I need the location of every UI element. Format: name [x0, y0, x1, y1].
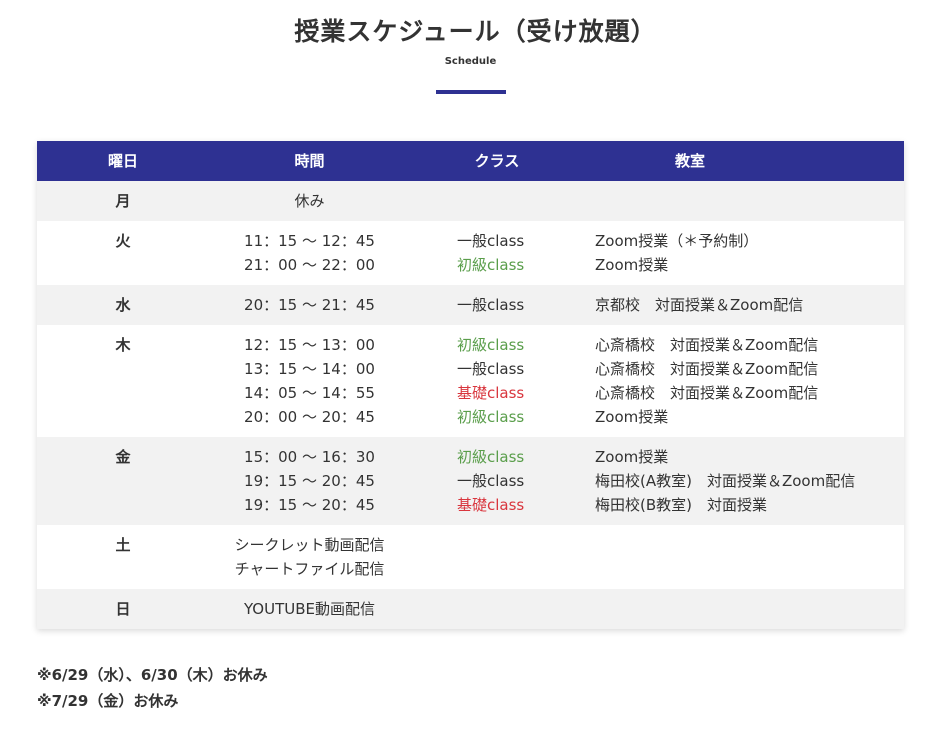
- table-row: 土 シークレット動画配信 チャートファイル配信: [37, 525, 904, 589]
- column-header-day: 曜日: [107, 152, 138, 170]
- page-subtitle: Schedule: [444, 56, 497, 67]
- class-cell: 基礎class: [457, 496, 525, 514]
- room-cell: Zoom授業: [595, 408, 669, 426]
- table-row: 水 20：15 ～ 21：45 一般class 京都校 対面授業＆Zoom配信: [37, 285, 904, 325]
- time-cell: 20：00 ～ 20：45: [244, 408, 375, 426]
- title-underline: [436, 90, 506, 94]
- notes: ※6/29（水）、6/30（木）お休み ※7/29（金）お休み: [37, 662, 268, 714]
- time-cell: 19：15 ～ 20：45: [244, 496, 375, 514]
- table-body: 月 休み火 11：15 ～ 12：45 一般class Zoom授業（＊予約制） 21：0…: [37, 181, 904, 629]
- day-cell: 月: [115, 192, 131, 210]
- time-cell: 15：00 ～ 16：30: [244, 448, 375, 466]
- column-header-class: クラス: [474, 152, 520, 170]
- class-cell: 初級class: [457, 336, 525, 354]
- time-cell: 11：15 ～ 12：45: [244, 232, 375, 250]
- class-cell: 初級class: [457, 448, 525, 466]
- day-cell: 火: [115, 232, 131, 250]
- class-cell: 初級class: [457, 256, 525, 274]
- day-note: YOUTUBE動画配信: [243, 600, 376, 618]
- class-cell: 一般class: [457, 232, 525, 250]
- room-cell: 京都校 対面授業＆Zoom配信: [595, 296, 804, 314]
- table-row: 金 15：00 ～ 16：30 初級class Zoom授業 19：15 ～ 20：45…: [37, 437, 904, 525]
- note-line: ※6/29（水）、6/30（木）お休み: [37, 666, 268, 684]
- time-cell: 14：05 ～ 14：55: [244, 384, 375, 402]
- schedule-table: 曜日 時間 クラス 教室 月 休み火 11：15 ～ 12：45 一般class Zoo…: [37, 141, 904, 629]
- table-header: 曜日 時間 クラス 教室: [37, 141, 904, 181]
- table-row: 日 YOUTUBE動画配信: [37, 589, 904, 629]
- day-note: 休み: [294, 192, 325, 210]
- room-cell: 心斎橋校 対面授業＆Zoom配信: [595, 384, 819, 402]
- time-cell: 20：15 ～ 21：45: [244, 296, 375, 314]
- table-row: 月 休み: [37, 181, 904, 221]
- day-cell: 土: [115, 536, 131, 554]
- room-cell: 梅田校(B教室) 対面授業: [595, 496, 767, 514]
- table-row: 木 12：15 ～ 13：00 初級class 心斎橋校 対面授業＆Zoom配信 13：…: [37, 325, 904, 437]
- time-cell: 21：00 ～ 22：00: [244, 256, 375, 274]
- time-cell: 12：15 ～ 13：00: [244, 336, 375, 354]
- note-line: ※7/29（金）お休み: [37, 692, 179, 710]
- room-cell: 梅田校(A教室) 対面授業＆Zoom配信: [595, 472, 856, 490]
- day-cell: 金: [115, 448, 131, 466]
- class-cell: 初級class: [457, 408, 525, 426]
- table-row: 火 11：15 ～ 12：45 一般class Zoom授業（＊予約制） 21：00 ～…: [37, 221, 904, 285]
- column-header-time: 時間: [294, 152, 325, 170]
- day-note: シークレット動画配信: [234, 536, 385, 554]
- room-cell: Zoom授業（＊予約制）: [595, 232, 759, 250]
- page-title: 授業スケジュール（受け放題）: [294, 17, 657, 46]
- class-cell: 一般class: [457, 296, 525, 314]
- class-cell: 一般class: [457, 472, 525, 490]
- class-cell: 基礎class: [457, 384, 525, 402]
- class-cell: 一般class: [457, 360, 525, 378]
- room-cell: Zoom授業: [595, 256, 669, 274]
- room-cell: 心斎橋校 対面授業＆Zoom配信: [595, 336, 819, 354]
- room-cell: 心斎橋校 対面授業＆Zoom配信: [595, 360, 819, 378]
- day-cell: 木: [115, 336, 131, 354]
- room-cell: Zoom授業: [595, 448, 669, 466]
- time-cell: 19：15 ～ 20：45: [244, 472, 375, 490]
- day-note: チャートファイル配信: [234, 560, 385, 578]
- column-header-room: 教室: [674, 152, 705, 170]
- day-cell: 日: [115, 600, 131, 618]
- time-cell: 13：15 ～ 14：00: [244, 360, 375, 378]
- day-cell: 水: [115, 296, 131, 314]
